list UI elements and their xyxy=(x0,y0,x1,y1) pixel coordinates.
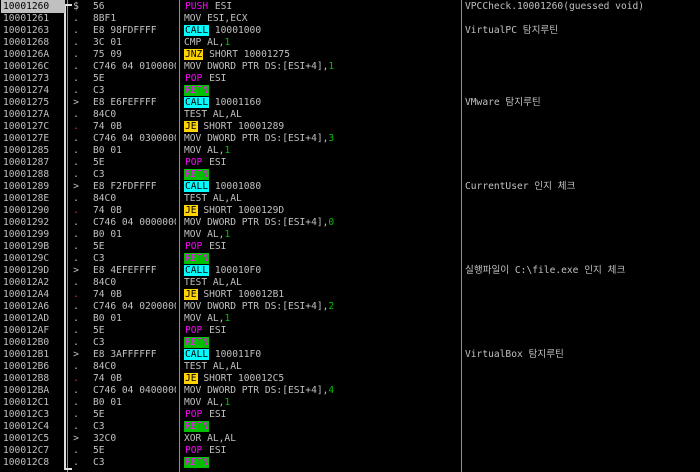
mnemonic: POP xyxy=(185,325,203,336)
operands: MOV DWORD PTR DS:[ESI+4], xyxy=(184,133,329,144)
operands: 10001000 xyxy=(209,25,262,36)
operands: MOV DWORD PTR DS:[ESI+4], xyxy=(184,385,329,396)
immediate-value: 2 xyxy=(328,301,335,312)
mnemonic: POP xyxy=(185,241,203,252)
mnemonic: CALL xyxy=(184,265,210,276)
operands: 100010F0 xyxy=(209,265,262,276)
immediate-value: 4 xyxy=(328,385,335,396)
mnemonic: POP xyxy=(185,157,203,168)
immediate-value: 1 xyxy=(224,397,231,408)
operands: TEST AL,AL xyxy=(184,109,242,120)
operands: SHORT 10001275 xyxy=(203,49,290,60)
operands: 100011F0 xyxy=(209,349,262,360)
operands: MOV AL, xyxy=(184,145,225,156)
operands: ESI xyxy=(203,325,227,336)
mnemonic: RETN xyxy=(184,169,210,180)
mnemonic: RETN xyxy=(184,337,210,348)
operands: SHORT 100012C5 xyxy=(197,373,285,384)
mnemonic: POP xyxy=(185,73,203,84)
immediate-value: 1 xyxy=(224,313,231,324)
address-cell: 100012C8 xyxy=(3,457,50,468)
mnemonic: RETN xyxy=(184,253,210,264)
operands: ESI xyxy=(203,241,227,252)
operands: MOV DWORD PTR DS:[ESI+4], xyxy=(184,301,329,312)
immediate-value: 1 xyxy=(224,229,231,240)
mnemonic: JE xyxy=(184,121,198,132)
operands: TEST AL,AL xyxy=(184,193,242,204)
operands: MOV DWORD PTR DS:[ESI+4], xyxy=(184,61,329,72)
operands: 10001160 xyxy=(209,97,262,108)
mnemonic: JE xyxy=(184,205,198,216)
mnemonic: RETN xyxy=(184,457,210,468)
operands: SHORT 100012B1 xyxy=(197,289,285,300)
mnemonic: RETN xyxy=(184,421,210,432)
immediate-value: 0 xyxy=(328,217,335,228)
mnemonic: POP xyxy=(185,409,203,420)
operands: XOR AL,AL xyxy=(184,433,236,444)
operands: TEST AL,AL xyxy=(184,361,242,372)
operands: SHORT 1000129D xyxy=(197,205,285,216)
immediate-value: 1 xyxy=(328,61,335,72)
operands: ESI xyxy=(203,445,227,456)
operands: CMP AL, xyxy=(184,37,225,48)
operands: MOV AL, xyxy=(184,313,225,324)
operands: MOV ESI,ECX xyxy=(184,13,248,24)
operands: MOV AL, xyxy=(184,229,225,240)
flow-marker: . xyxy=(73,457,79,468)
mnemonic: CALL xyxy=(184,97,210,108)
mnemonic: CALL xyxy=(184,181,210,192)
disassembly-cell: RETN xyxy=(184,456,460,470)
instruction-row[interactable]: 100012C8. C3 RETN xyxy=(0,456,700,470)
immediate-value: 3 xyxy=(328,133,335,144)
operands: ESI xyxy=(203,157,227,168)
mnemonic: PUSH xyxy=(185,1,209,12)
operands: ESI xyxy=(203,73,227,84)
mnemonic: JE xyxy=(184,289,198,300)
mnemonic: JE xyxy=(184,373,198,384)
operands: TEST AL,AL xyxy=(184,277,242,288)
operands: MOV AL, xyxy=(184,397,225,408)
operands: ESI xyxy=(203,409,227,420)
immediate-value: 1 xyxy=(224,145,231,156)
hex-dump-cell: C3 xyxy=(93,457,105,468)
operands: SHORT 10001289 xyxy=(197,121,285,132)
mnemonic: RETN xyxy=(184,85,210,96)
mnemonic: CALL xyxy=(184,349,210,360)
operands: MOV DWORD PTR DS:[ESI+4], xyxy=(184,217,329,228)
mnemonic: POP xyxy=(185,445,203,456)
disassembly-view[interactable]: 10001260 $56 PUSH ESI VPCCheck.10001260(gue… xyxy=(0,0,700,472)
mnemonic: JNZ xyxy=(184,49,204,60)
operands: ESI xyxy=(209,1,233,12)
mnemonic: CALL xyxy=(184,25,210,36)
operands: 10001080 xyxy=(209,181,262,192)
immediate-value: 1 xyxy=(224,37,231,48)
